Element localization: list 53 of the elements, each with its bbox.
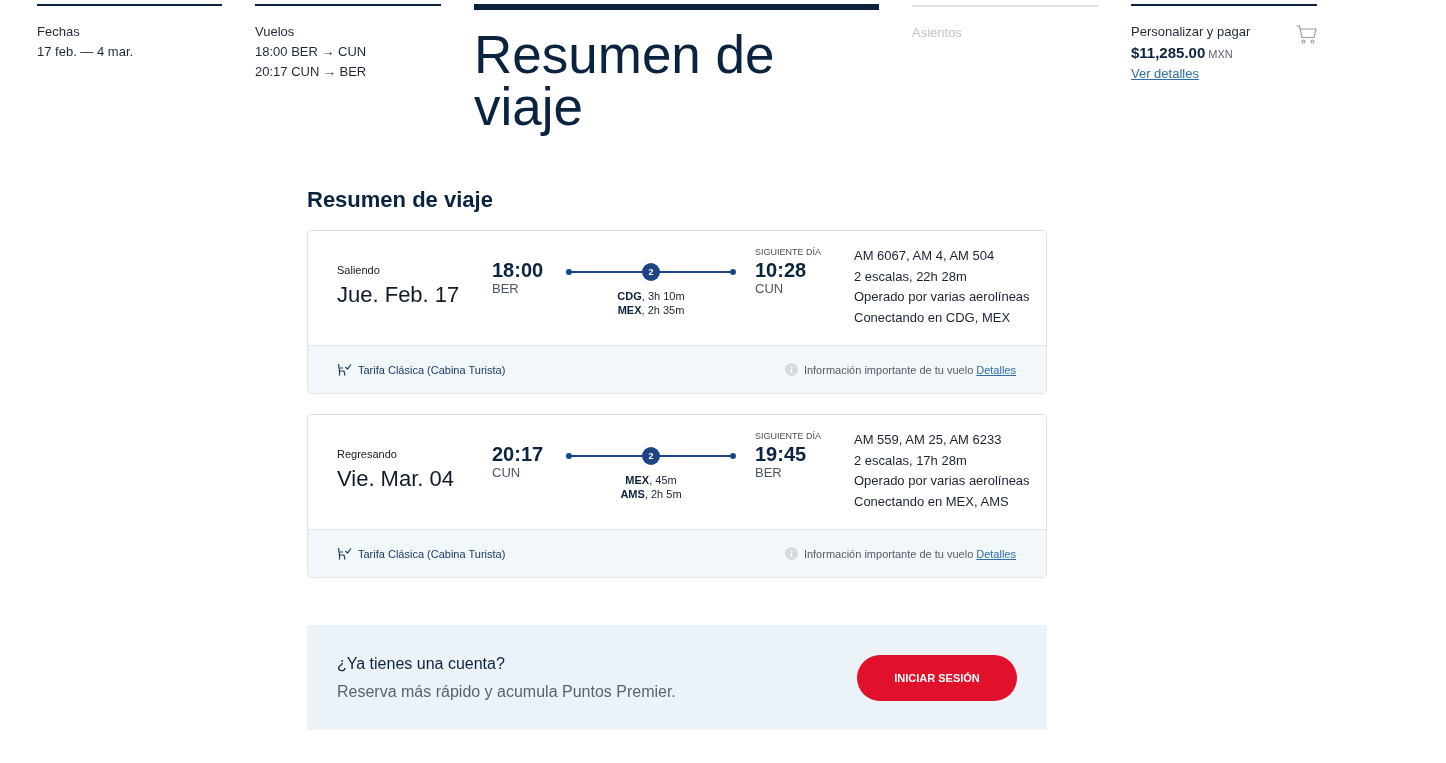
- next-day-note: SIGUIENTE DÍA: [755, 246, 821, 258]
- step-summary-text: 20:17 CUN → BER: [255, 63, 367, 81]
- step-summary-text: 18:00 BER → CUN: [255, 43, 367, 61]
- arrival-airport: CUN: [755, 281, 784, 297]
- step-label: Vuelos: [255, 23, 295, 41]
- flight-detail-text: Conectando en CDG, MEX: [854, 308, 1011, 327]
- fare-text: Tarifa Clásica (Cabina Turista): [358, 547, 506, 560]
- fare-text: Tarifa Clásica (Cabina Turista): [358, 363, 506, 376]
- details-link[interactable]: Detalles: [976, 363, 1016, 376]
- login-button[interactable]: INICIAR SESIÓN: [857, 654, 1017, 701]
- stopover-text: MEX, 45m: [625, 473, 677, 487]
- step-label: Asientos: [912, 24, 962, 42]
- departure-airport: CUN: [492, 465, 521, 481]
- arrival-time: 19:45: [755, 443, 807, 465]
- step-label: Fechas: [37, 23, 80, 41]
- flight-detail-text: AM 6067, AM 4, AM 504: [854, 247, 995, 265]
- arrival-airport: BER: [755, 465, 782, 481]
- flight-detail-text: 2 escalas, 17h 28m: [854, 451, 967, 470]
- flight-detail-text: Conectando en MEX, AMS: [854, 492, 1009, 511]
- flight-detail-text: Operado por varias aerolíneas: [854, 288, 1030, 306]
- section-title: Resumen de viaje: [307, 187, 494, 213]
- departure-airport: BER: [492, 281, 519, 297]
- info-icon: [784, 547, 798, 560]
- arrival-time: 10:28: [755, 259, 807, 281]
- banner-title: ¿Ya tienes una cuenta?: [337, 653, 505, 674]
- next-day-note: SIGUIENTE DÍA: [755, 430, 821, 442]
- stopover-text: MEX, 2h 35m: [617, 303, 685, 317]
- flight-detail-text: 2 escalas, 22h 28m: [854, 267, 967, 286]
- currency-code: MXN: [1208, 47, 1233, 62]
- step-label: Personalizar y pagar: [1131, 23, 1251, 41]
- step-summary-text: 17 feb. — 4 mar.: [37, 43, 134, 61]
- seat-check-icon: [337, 547, 352, 560]
- stops-count-badge: 2: [642, 263, 660, 281]
- details-link[interactable]: Ver detalles: [1131, 65, 1199, 83]
- flight-date: Vie. Mar. 04: [337, 466, 454, 492]
- stopover-text: CDG, 3h 10m: [617, 289, 685, 303]
- seat-check-icon: [337, 363, 352, 376]
- direction-label: Saliendo: [337, 263, 380, 277]
- departure-time: 18:00: [492, 259, 544, 281]
- stopover-text: AMS, 2h 5m: [620, 487, 682, 501]
- flight-detail-text: Operado por varias aerolíneas: [854, 472, 1030, 490]
- direction-label: Regresando: [337, 447, 397, 461]
- cart-icon[interactable]: [1296, 25, 1317, 44]
- banner-text: Reserva más rápido y acumula Puntos Premier.: [337, 681, 676, 702]
- departure-time: 20:17: [492, 443, 544, 465]
- details-link[interactable]: Detalles: [976, 547, 1016, 560]
- info-text: Información importante de tu vuelo: [803, 547, 974, 560]
- flight-date: Jue. Feb. 17: [337, 282, 460, 308]
- stops-count-badge: 2: [642, 447, 660, 465]
- info-text: Información importante de tu vuelo: [803, 363, 974, 376]
- total-price: $11,285.00: [1131, 43, 1206, 63]
- info-icon: [784, 363, 798, 376]
- flight-detail-text: AM 559, AM 25, AM 6233: [854, 431, 1002, 449]
